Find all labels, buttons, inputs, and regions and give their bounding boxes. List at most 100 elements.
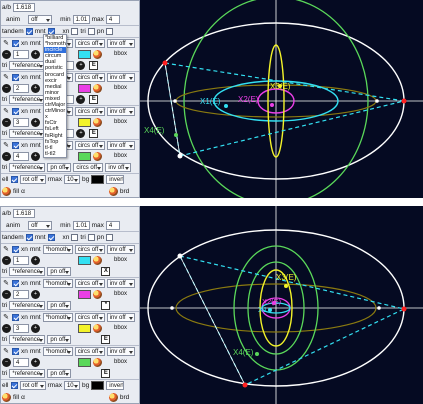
pencil-icon[interactable]: ✎ — [2, 348, 10, 356]
pencil-icon[interactable]: ✎ — [2, 74, 10, 82]
plus-3b-button[interactable]: + — [76, 128, 86, 138]
max-input[interactable]: 4 — [105, 14, 120, 24]
minus-2-button[interactable]: − — [2, 83, 11, 93]
e-3-button[interactable]: E — [89, 128, 99, 138]
anim-select[interactable]: off — [28, 220, 53, 230]
inv-4-select[interactable]: inv off — [106, 141, 135, 150]
ell-checkbox[interactable] — [10, 176, 18, 183]
xn-3-checkbox[interactable] — [12, 108, 19, 115]
x4-point[interactable] — [255, 352, 259, 356]
mount-3-select[interactable]: *homoth — [42, 313, 73, 322]
max-input[interactable]: 4 — [105, 220, 120, 230]
x4-point[interactable] — [174, 133, 178, 137]
palette-3-icon[interactable] — [93, 323, 102, 333]
vertex-b[interactable] — [401, 306, 407, 312]
anim-select[interactable]: off — [28, 14, 53, 24]
inv-2-select[interactable]: inv off — [106, 279, 135, 288]
rot-select[interactable]: rot off — [19, 175, 46, 184]
vertex-a[interactable] — [177, 253, 183, 259]
geometry-plot-top[interactable]: X3(E) X1(E) X2(E) X4(E) — [140, 0, 423, 198]
minus-4-button[interactable]: − — [2, 151, 11, 161]
x1-point[interactable] — [224, 104, 228, 108]
tri-1-select[interactable]: *reference — [9, 266, 46, 276]
circs-4b-select[interactable]: circs off — [73, 162, 104, 172]
tri-4-select[interactable]: *reference — [9, 162, 46, 172]
pencil-icon[interactable]: ✎ — [2, 246, 10, 254]
bg-color-swatch[interactable] — [91, 175, 105, 184]
canvas-top[interactable]: X3(E) X1(E) X2(E) X4(E) — [140, 0, 423, 198]
inv-4-select[interactable]: inv off — [106, 347, 135, 356]
palette-4-icon[interactable] — [93, 357, 102, 367]
circs-4-select[interactable]: circs off — [74, 347, 105, 356]
mnt-checkbox[interactable] — [47, 234, 55, 241]
xn-1-checkbox[interactable] — [12, 40, 19, 47]
palette-1-icon[interactable] — [93, 255, 102, 265]
ratio-input[interactable]: 1.618 — [13, 208, 36, 218]
dropdown-option[interactable]: brocard — [44, 72, 66, 78]
pencil-icon[interactable]: ✎ — [2, 142, 10, 150]
xn-1-input[interactable]: 1 — [13, 255, 29, 265]
x3-point[interactable] — [284, 284, 288, 288]
color-2-swatch[interactable] — [78, 289, 91, 299]
palette-4-icon[interactable] — [93, 151, 102, 161]
circs-1-select[interactable]: circs off — [74, 39, 105, 48]
plus-2b-button[interactable]: + — [76, 94, 86, 104]
palette-3-icon[interactable] — [93, 117, 102, 127]
pencil-icon[interactable]: ✎ — [2, 108, 10, 116]
circs-4-select[interactable]: circs off — [74, 141, 105, 150]
ell-checkbox[interactable] — [10, 382, 18, 389]
xn-2-checkbox[interactable] — [12, 280, 19, 287]
circs-3-select[interactable]: circs off — [74, 107, 105, 116]
xn-3-checkbox[interactable] — [12, 314, 19, 321]
dropdown-option[interactable]: poristic — [44, 65, 66, 71]
inv-1-select[interactable]: inv off — [106, 39, 135, 48]
plus-4-button[interactable]: + — [31, 357, 40, 367]
x-1-button[interactable]: X — [101, 266, 111, 276]
tandem-checkbox[interactable] — [25, 28, 33, 35]
color-2-swatch[interactable] — [78, 83, 91, 93]
circs-2-select[interactable]: circs off — [74, 73, 105, 82]
xn-checkbox[interactable] — [71, 234, 79, 241]
vertex-a[interactable] — [162, 60, 168, 66]
e-4-button[interactable]: E — [101, 368, 111, 378]
color-1-swatch[interactable] — [78, 255, 91, 265]
pn-1-select[interactable]: pn off — [47, 266, 72, 276]
fill-palette-icon[interactable] — [2, 392, 11, 402]
palette-2-icon[interactable] — [93, 83, 102, 93]
tri-3-select[interactable]: *reference — [9, 128, 46, 138]
geometry-plot-bottom[interactable]: X3(E) X2(E) X1 X4(E) — [140, 206, 423, 404]
xn-checkbox[interactable] — [71, 28, 79, 35]
rmax-select[interactable]: 10 — [63, 175, 80, 184]
inv-3-select[interactable]: inv off — [106, 313, 135, 322]
plus-1-button[interactable]: + — [31, 49, 40, 59]
tandem-checkbox[interactable] — [25, 234, 33, 241]
vertex-c[interactable] — [177, 153, 183, 159]
plus-1b-button[interactable]: + — [76, 60, 86, 70]
canvas-bottom[interactable]: X3(E) X2(E) X1 X4(E) — [140, 206, 423, 404]
bg-color-swatch[interactable] — [91, 381, 105, 390]
x2-point[interactable] — [270, 103, 274, 107]
fill-palette-icon[interactable] — [2, 186, 11, 196]
circs-2-select[interactable]: circs off — [74, 279, 105, 288]
tri-4-select[interactable]: *reference — [9, 368, 46, 378]
plus-3-button[interactable]: + — [31, 117, 40, 127]
xn-1-input[interactable]: 1 — [13, 49, 29, 59]
rmax-select[interactable]: 10 — [63, 381, 80, 390]
minus-1-button[interactable]: − — [2, 255, 11, 265]
xn-4-checkbox[interactable] — [12, 142, 19, 149]
xn-4-checkbox[interactable] — [12, 348, 19, 355]
tri-2-select[interactable]: *reference — [9, 300, 46, 310]
xn-1-checkbox[interactable] — [12, 246, 19, 253]
e-3-button[interactable]: E — [101, 334, 111, 344]
mount-2-select[interactable]: *homoth — [42, 279, 73, 288]
pn-checkbox[interactable] — [106, 234, 114, 241]
dropdown-option[interactable]: tl-tl2 — [44, 151, 66, 157]
color-1-swatch[interactable] — [78, 49, 91, 59]
mount-4-select[interactable]: *homoth — [42, 347, 73, 356]
plus-4-button[interactable]: + — [31, 151, 40, 161]
xn-4-input[interactable]: 4 — [13, 151, 29, 161]
vertex-b[interactable] — [401, 98, 407, 104]
inv-2-select[interactable]: inv off — [106, 73, 135, 82]
plus-1-button[interactable]: + — [31, 255, 40, 265]
mount-1-select[interactable]: *homoth — [42, 245, 73, 254]
